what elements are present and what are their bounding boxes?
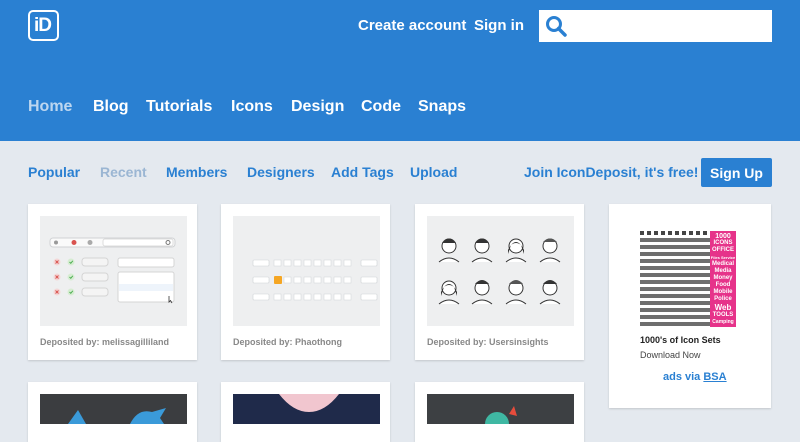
join-link[interactable]: Join IconDeposit, it's free! [524,164,698,180]
sign-in-link[interactable]: Sign in [474,17,524,34]
nav-home[interactable]: Home [28,98,72,116]
search-icon[interactable] [545,15,567,37]
ad-banner-line: Police [714,296,732,302]
create-account-link[interactable]: Create account [358,17,466,34]
card-thumbnail[interactable] [427,216,574,326]
ad-banner-line: OFFICE [712,247,734,253]
ad-banner-text: 1000 ICONS OFFICE Files Service Medical … [710,233,736,327]
subnav-upload[interactable]: Upload [410,164,457,180]
ad-banner-line: Medical [711,261,734,267]
search-input[interactable] [539,10,772,42]
ad-banner-line: Media [714,268,732,274]
deposited-by[interactable]: Deposited by: Phaothong [233,337,342,347]
subnav-members[interactable]: Members [166,164,227,180]
deposit-card[interactable] [415,382,584,442]
deposit-card[interactable]: Deposited by: melissagilliland [28,204,197,360]
ad-banner-line: Food [715,282,731,288]
nav-snaps[interactable]: Snaps [418,98,466,116]
ads-via-link[interactable]: ads via BSA [663,371,727,383]
nav-icons[interactable]: Icons [231,98,273,116]
ad-banner-line: TOOLS [712,312,734,318]
nav-design[interactable]: Design [291,98,344,116]
subnav-recent[interactable]: Recent [100,164,147,180]
nav-blog[interactable]: Blog [93,98,129,116]
avatar-icons-preview [438,238,561,305]
ad-card[interactable]: 1000 ICONS OFFICE Files Service Medical … [609,204,771,408]
pagination-preview [252,259,378,301]
ads-via-prefix: ads via [663,371,704,383]
deposited-by[interactable]: Deposited by: melissagilliland [40,337,169,347]
subnav-popular[interactable]: Popular [28,164,80,180]
deposit-card[interactable]: Deposited by: Phaothong [221,204,390,360]
deposited-by[interactable]: Deposited by: Usersinsights [427,337,549,347]
deposit-card[interactable] [221,382,390,442]
ad-banner-line: 1000 [715,233,731,240]
ad-banner-line: Files Service [710,255,736,260]
ad-subtitle[interactable]: Download Now [640,350,701,360]
ad-banner-line: Money [713,275,733,281]
ad-banner-line: Camping [712,319,734,325]
sign-up-button[interactable]: Sign Up [701,158,772,187]
ad-title[interactable]: 1000's of Icon Sets [640,335,721,345]
card-thumbnail[interactable] [233,216,380,326]
card-thumbnail[interactable] [40,216,187,326]
subnav-add-tags[interactable]: Add Tags [331,164,394,180]
bsa-link[interactable]: BSA [703,371,726,383]
deposit-card[interactable] [28,382,197,442]
ad-banner-line: Mobile [713,289,733,295]
ui-kit-preview [49,237,176,304]
nav-tutorials[interactable]: Tutorials [146,98,212,116]
site-logo[interactable]: iD [28,10,59,41]
ad-banner-line: ICONS [713,240,733,246]
subnav-designers[interactable]: Designers [247,164,315,180]
logo-text: iD [34,15,52,36]
ad-banner-line: Web [714,303,732,312]
site-header: iD Create account Sign in Home Blog Tuto… [0,0,800,141]
nav-code[interactable]: Code [361,98,401,116]
deposit-card[interactable]: Deposited by: Usersinsights [415,204,584,360]
